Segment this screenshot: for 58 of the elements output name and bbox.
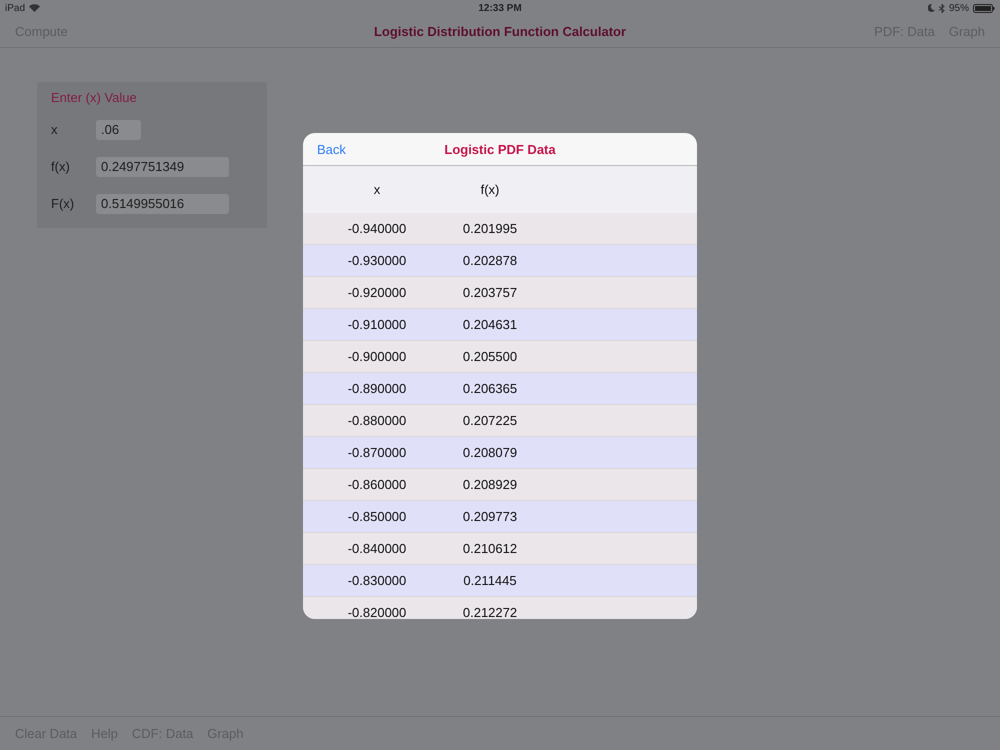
panel-title: Enter (x) Value [51, 90, 138, 105]
app-title: Logistic Distribution Function Calculator [374, 24, 626, 39]
table-cell-text: 0.205500 [462, 349, 518, 364]
table-cell-text: -0.820000 [346, 605, 408, 619]
table-row[interactable]: -0.920000 0.203757 [303, 277, 697, 309]
column-header: f(x) [480, 182, 500, 197]
status-time: 12:33 PM [478, 2, 522, 14]
table-cell-text: 0.208929 [462, 477, 518, 492]
input-field[interactable]: .06 [96, 120, 141, 140]
table-cell-text: -0.900000 [346, 349, 408, 364]
battery-icon [973, 4, 995, 12]
table-cell-text: 0.201995 [462, 221, 518, 236]
table-cell-text: 0.208079 [462, 445, 518, 460]
battery-percent: 95% [948, 2, 969, 14]
table-cell-text: -0.840000 [346, 541, 408, 556]
table-cell-text: -0.880000 [346, 413, 408, 428]
device-name: iPad [5, 2, 26, 14]
table-row[interactable]: -0.860000 0.208929 [303, 469, 697, 501]
bluetooth-icon [938, 4, 945, 12]
table-cell-text: -0.910000 [346, 317, 408, 332]
table-cell-text: 0.209773 [462, 509, 518, 524]
table-cell-text: -0.850000 [346, 509, 408, 524]
table-row[interactable]: -0.850000 0.209773 [303, 501, 697, 533]
field-label: x [51, 122, 58, 137]
table-cell-text: -0.930000 [346, 253, 408, 268]
table-cell-text: -0.940000 [346, 221, 408, 236]
table-cell-text: -0.890000 [346, 381, 408, 396]
table-cell-text: 0.211445 [462, 573, 518, 588]
table-cell-text: 0.206365 [462, 381, 518, 396]
input-field[interactable]: 0.2497751349 [96, 156, 229, 176]
wifi-icon [29, 4, 40, 12]
table-cell-text: 0.210612 [462, 541, 518, 556]
table-row[interactable]: -0.820000 0.212272 [303, 597, 697, 619]
table-cell-text: 0.204631 [462, 317, 518, 332]
table-row[interactable]: -0.830000 0.211445 [303, 565, 697, 597]
table-cell-text: 0.207225 [462, 413, 518, 428]
table-row[interactable]: -0.900000 0.205500 [303, 341, 697, 373]
table-row[interactable]: -0.890000 0.206365 [303, 373, 697, 405]
table-cell-text: 0.203757 [462, 285, 518, 300]
table-cell-text: -0.920000 [346, 285, 408, 300]
table-row[interactable]: -0.880000 0.207225 [303, 405, 697, 437]
column-header: x [372, 182, 382, 197]
moon-icon [928, 4, 935, 12]
table-row[interactable]: -0.870000 0.208079 [303, 437, 697, 469]
table-row[interactable]: -0.840000 0.210612 [303, 533, 697, 565]
table-cell-text: -0.830000 [346, 573, 408, 588]
field-label: F(x) [51, 196, 76, 211]
field-label: f(x) [51, 159, 71, 174]
table-cell-text: -0.860000 [346, 477, 408, 492]
table-cell-text: 0.202878 [462, 253, 518, 268]
modal-title: Logistic PDF Data [444, 142, 556, 156]
back-button[interactable]: Back [317, 142, 346, 156]
table-row[interactable]: -0.910000 0.204631 [303, 309, 697, 341]
table-cell-text: 0.212272 [462, 605, 518, 619]
table-row[interactable]: -0.930000 0.202878 [303, 245, 697, 277]
input-field[interactable]: 0.5149955016 [96, 194, 229, 214]
table-cell-text: -0.870000 [346, 445, 408, 460]
table-row[interactable]: -0.940000 0.201995 [303, 213, 697, 245]
